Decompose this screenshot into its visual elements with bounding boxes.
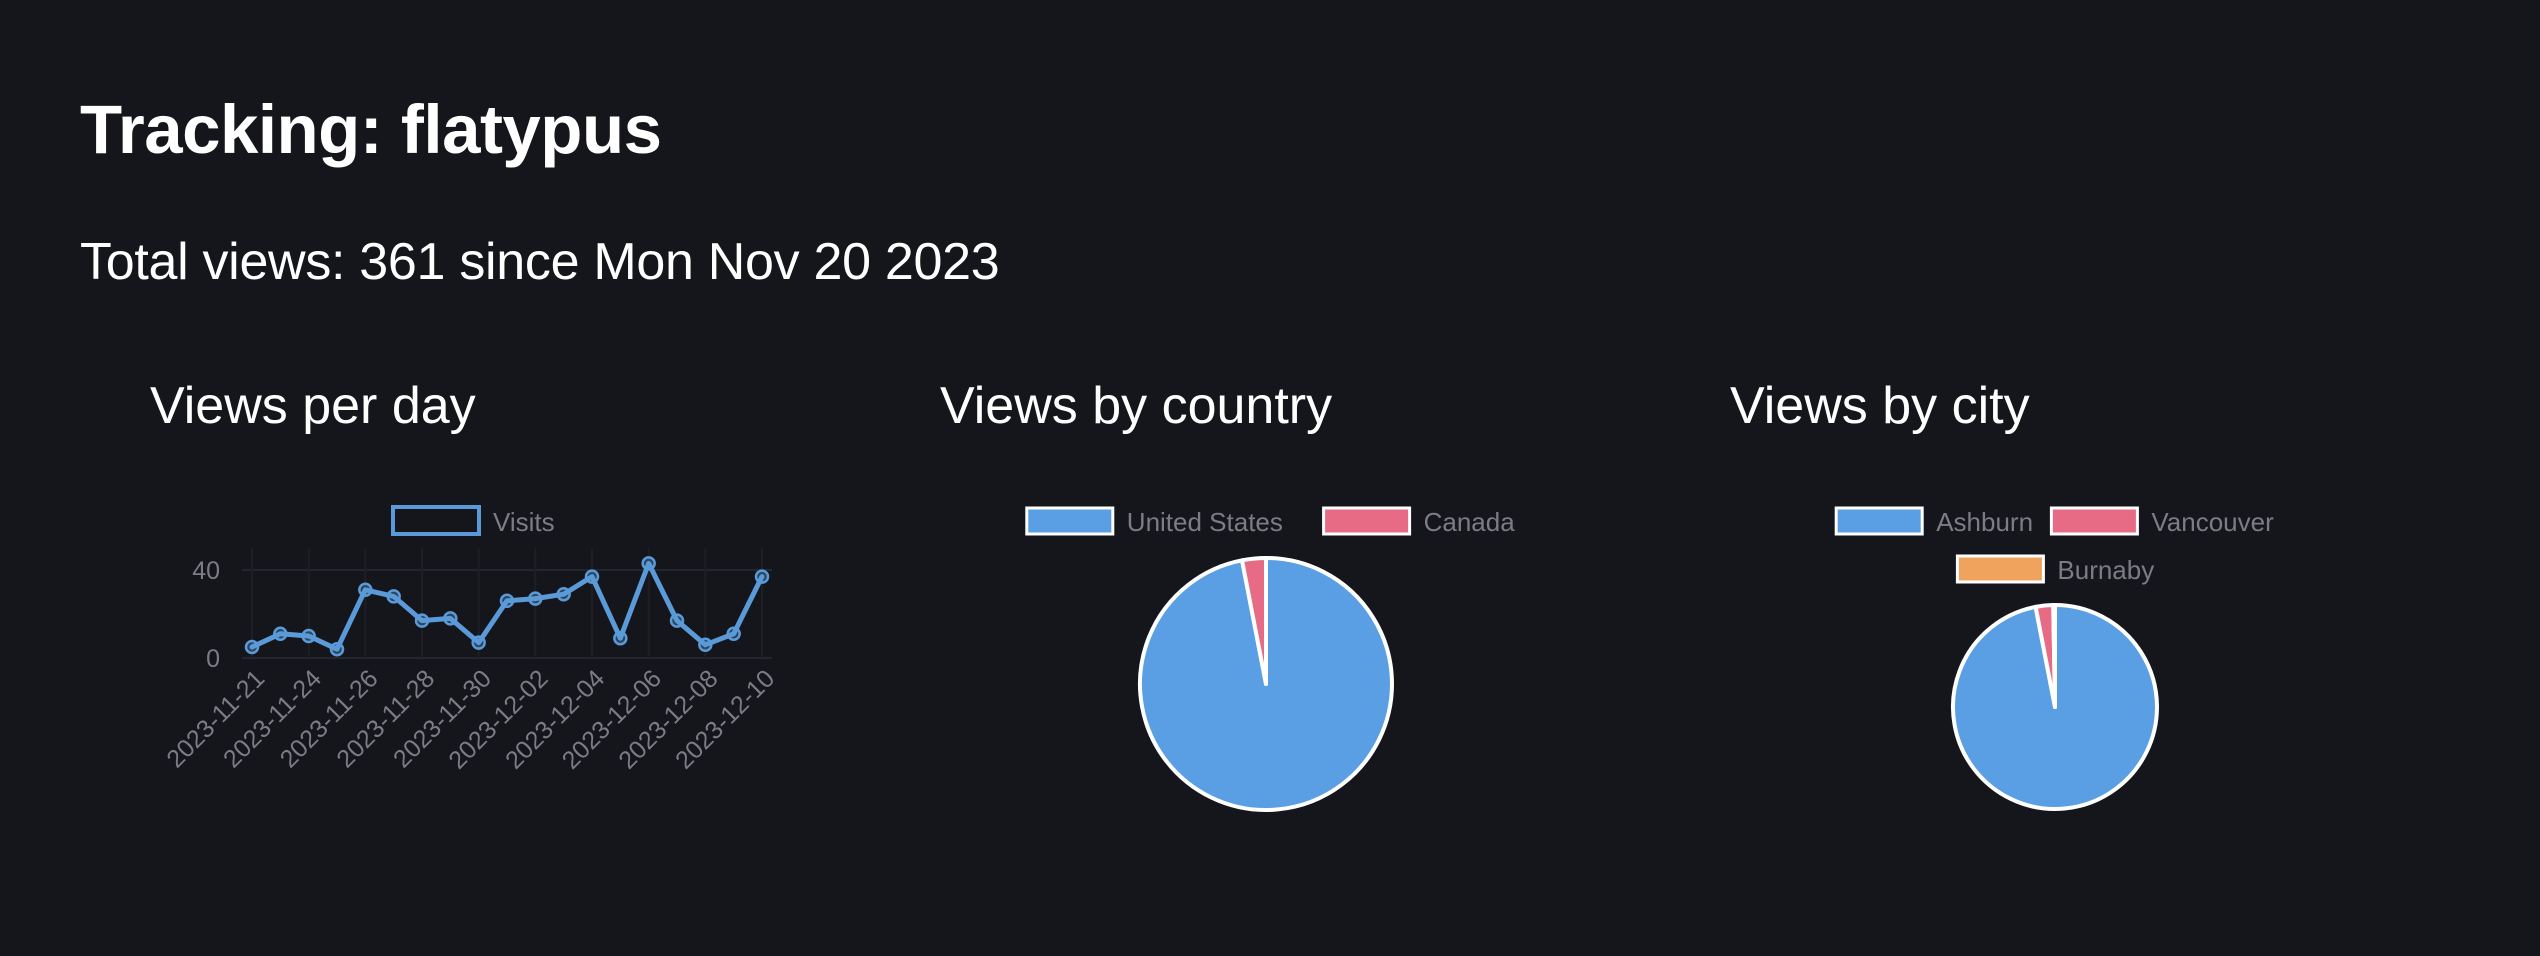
data-point: [301, 628, 316, 644]
data-point: [556, 586, 571, 602]
pie-slice-burnaby: [2051, 603, 2057, 709]
data-point: [414, 613, 430, 628]
data-point: [754, 569, 770, 584]
legend-swatch-canada: [1322, 506, 1412, 536]
legend-label-vancouver: Vancouver: [2151, 507, 2274, 537]
views-by-country-panel: Views by country United States Canada: [940, 380, 1720, 900]
legend-label-ashburn: Ashburn: [1936, 507, 2033, 537]
views-by-city-chart: Ashburn Vancouver Burnaby: [1834, 506, 2274, 811]
y-tick-label: 0: [206, 645, 220, 673]
views-by-city-panel: Views by city Ashburn Vancouver Burnaby: [1730, 380, 2510, 900]
data-point: [244, 639, 260, 655]
views-per-day-panel: Views per day Visits 0 40 2023-11-21 2023-11…: [150, 380, 930, 900]
data-point: [698, 637, 713, 653]
data-point: [471, 635, 486, 650]
legend-swatch-ashburn: [1834, 506, 1924, 536]
legend-swatch-burnaby: [1955, 554, 2045, 584]
legend-swatch-united-states: [1025, 506, 1115, 536]
page-title: Tracking: flatypus: [80, 91, 662, 168]
data-point: [273, 626, 288, 642]
data-point: [726, 626, 741, 642]
legend-label-canada: Canada: [1424, 507, 1516, 537]
legend-label-visits: Visits: [493, 507, 555, 537]
views-per-day-chart: Visits0402023-11-212023-11-242023-11-262…: [161, 505, 780, 775]
data-point: [386, 589, 401, 604]
data-point: [613, 630, 628, 646]
legend-label-united-states: United States: [1127, 507, 1283, 537]
legend-swatch-visits: [391, 505, 481, 536]
y-tick-label: 40: [192, 557, 220, 585]
data-point: [528, 591, 543, 606]
data-point: [499, 593, 515, 609]
views-by-country-chart: United States Canada: [1025, 506, 1516, 812]
data-point: [584, 569, 600, 584]
data-point: [358, 582, 373, 598]
data-point: [443, 611, 458, 626]
data-point: [329, 641, 345, 657]
data-point: [641, 556, 656, 571]
total-views-summary: Total views: 361 since Mon Nov 20 2023: [80, 233, 1000, 291]
legend-label-burnaby: Burnaby: [2057, 555, 2154, 585]
data-point: [669, 613, 685, 628]
legend-swatch-vancouver: [2049, 506, 2139, 536]
